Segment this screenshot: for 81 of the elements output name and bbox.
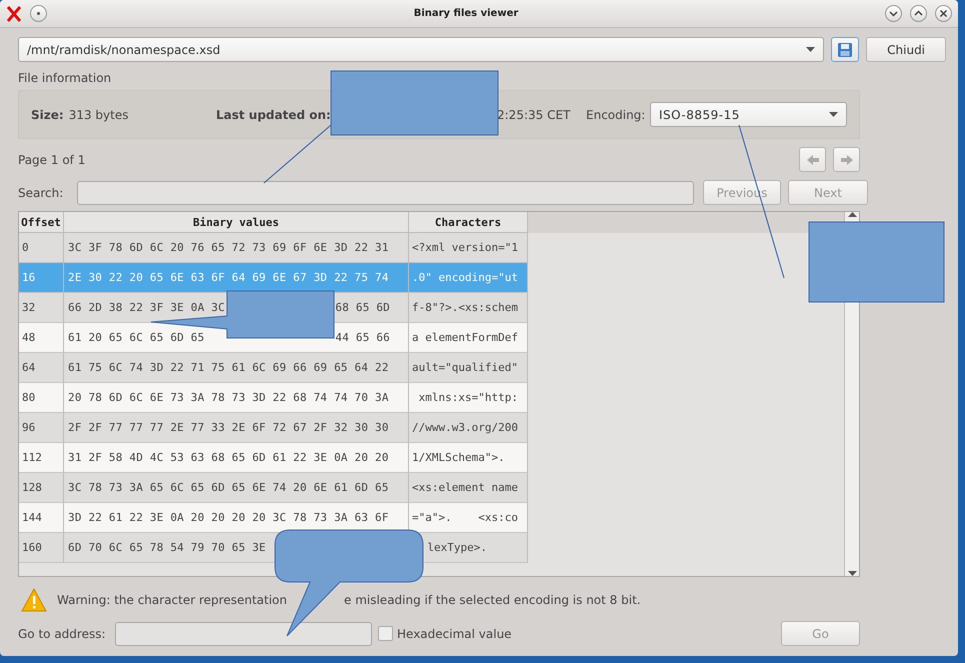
characters-cell-text: xmlns:xs="http: (418, 391, 518, 404)
table-row[interactable]: 128 3C 78 73 3A 65 6C 65 6D 65 6E 74 20 6E 61 6D 65 <xs:element name (19, 473, 528, 503)
chevron-up-icon (914, 9, 923, 18)
warning-text: e misleading if the selected encoding is not 8 bit. (344, 593, 641, 607)
close-icon (939, 9, 948, 18)
search-field[interactable] (77, 180, 694, 204)
hex-cell: 68 65 6D (335, 301, 390, 314)
updated-value: 2:25:35 CET (497, 108, 570, 122)
updated-label: Last updated on: (216, 108, 331, 122)
hex-cell: 3C 3F 78 6D 6C 20 76 65 72 73 69 6F 6E 3D 22 31 (68, 241, 389, 254)
offset-cell: 0 (22, 241, 29, 254)
encoding-label: Encoding: (586, 108, 646, 122)
leader-line (264, 124, 332, 184)
offset-cell: 160 (22, 541, 42, 554)
hex-cell: 31 2F 58 4D 4C 53 63 68 65 6D 61 22 3E 0A 20 20 (68, 451, 389, 464)
hex-cell: 20 78 6D 6C 6E 73 3A 78 73 3D 22 68 74 74 70 3A (68, 391, 389, 404)
minimize-button[interactable] (885, 5, 902, 22)
file-path-combo[interactable]: /mnt/ramdisk/nonamespace.xsd (18, 37, 824, 62)
offset-cell: 16 (22, 271, 36, 284)
section-heading: File information (18, 71, 112, 85)
table-row[interactable]: 80 20 78 6D 6C 6E 73 3A 78 73 3D 22 68 74 74 70 3A xmlns:xs="http: (19, 383, 528, 413)
offset-cell: 128 (22, 481, 42, 494)
app-logo-icon (6, 6, 22, 22)
offset-cell: 32 (22, 301, 36, 314)
address-field[interactable] (115, 622, 372, 646)
caret-down-icon (848, 571, 856, 576)
characters-cell: ="a">. <xs:co (412, 511, 518, 524)
page-indicator: Page 1 of 1 (18, 152, 86, 166)
maximize-button[interactable] (910, 5, 927, 22)
dot-icon (36, 11, 41, 16)
hex-cell: 44 65 66 (335, 331, 390, 344)
table-row[interactable]: 112 31 2F 58 4D 4C 53 63 68 65 6D 61 22 3E 0A 20 20 1/XMLSchema">. (19, 443, 528, 473)
right-arrow-icon (840, 154, 854, 166)
encoding-combo[interactable]: ISO-8859-15 (650, 102, 847, 127)
hex-cell: 61 75 6C 74 3D 22 71 75 61 6C 69 66 69 65 64 22 (68, 361, 389, 374)
close-dialog-button[interactable]: Chiudi (866, 37, 946, 62)
table-row[interactable]: 96 2F 2F 77 77 77 2E 77 33 2E 6F 72 67 2F 32 30 30 //www.w3.org/200 (19, 413, 528, 443)
offset-cell: 112 (22, 451, 42, 464)
caret-down-icon (806, 47, 816, 52)
address-label: Go to address: (18, 626, 106, 640)
hex-cell: 2E 30 22 20 65 6E 63 6F 64 69 6E 67 3D 22 75 74 (68, 271, 389, 284)
left-arrow-icon (806, 154, 820, 166)
window-title: Binary files viewer (412, 8, 520, 19)
characters-cell: a elementFormDef (412, 331, 518, 344)
characters-cell: .0" encoding="ut (412, 271, 518, 284)
characters-cell: 1/XMLSchema">. (412, 451, 505, 464)
size-label: Size: (31, 108, 64, 122)
previous-page-button[interactable] (799, 147, 826, 172)
search-label: Search: (18, 186, 64, 200)
menu-button[interactable] (30, 5, 47, 22)
table-row[interactable]: 0 3C 3F 78 6D 6C 20 76 65 72 73 69 6F 6E 3D 22 31 <?xml version="1 (19, 233, 528, 263)
offset-cell: 64 (22, 361, 36, 374)
characters-cell: //www.w3.org/200 (412, 421, 518, 434)
hexadecimal-checkbox[interactable] (378, 626, 393, 641)
offset-cell: 48 (22, 331, 36, 344)
characters-cell: lexType>. (427, 541, 487, 554)
save-button[interactable] (831, 37, 860, 62)
characters-cell: <xs:element name (412, 481, 518, 494)
hex-cell: 3D 22 61 22 3E 0A 20 20 20 20 3C 78 73 3A 63 6F (68, 511, 389, 524)
close-button[interactable] (935, 5, 952, 22)
hex-cell: 6D 70 6C 65 78 54 79 70 65 3E (68, 541, 266, 554)
offset-cell: 96 (22, 421, 36, 434)
warning-icon (21, 588, 47, 612)
table-row[interactable]: 64 61 75 6C 74 3D 22 71 75 61 6C 69 66 69 65 64 22 ault="qualified" (19, 353, 528, 383)
offset-cell: 144 (22, 511, 42, 524)
hex-cell: 61 20 65 6C 65 6D 65 (68, 331, 204, 344)
characters-cell: f-8"?>.<xs:schem (412, 301, 518, 314)
size-value: 313 bytes (68, 108, 128, 122)
next-page-button[interactable] (833, 147, 860, 172)
warning-text: Warning: the character representation (57, 593, 287, 607)
chevron-down-icon (889, 9, 898, 18)
offset-cell: 80 (22, 391, 36, 404)
table-row[interactable]: 144 3D 22 61 22 3E 0A 20 20 20 20 3C 78 73 3A 63 6F ="a">. <xs:co (19, 503, 528, 533)
characters-cell: ault="qualified" (412, 361, 518, 374)
caret-down-icon (829, 112, 838, 117)
checkbox-label: Hexadecimal value (397, 626, 512, 640)
hex-cell: 66 2D 38 22 3F 3E 0A 3C (68, 301, 225, 314)
hex-cell: 2F 2F 77 77 77 2E 77 33 2E 6F 72 67 2F 32 30 30 (68, 421, 389, 434)
caret-up-icon (848, 212, 856, 217)
characters-cell: <?xml version="1 (412, 241, 518, 254)
hex-cell: 3C 78 73 3A 65 6C 65 6D 65 6E 74 20 6E 61 6D 65 (68, 481, 389, 494)
